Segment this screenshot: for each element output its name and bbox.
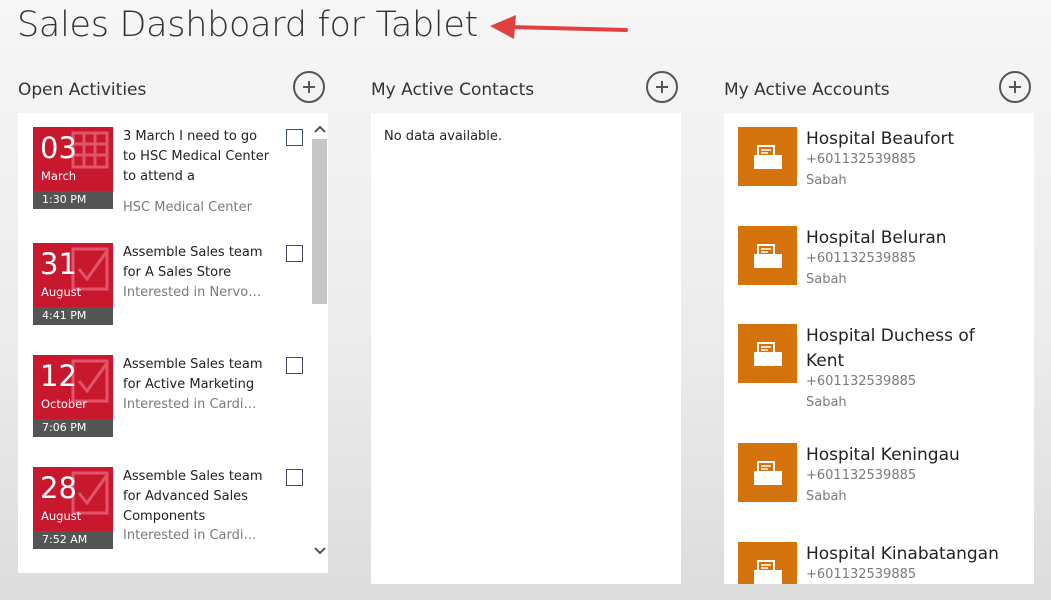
activity-month: August	[41, 285, 82, 299]
scroll-down-button[interactable]	[311, 543, 328, 559]
activity-day: 12	[40, 359, 77, 393]
activity-complete-checkbox[interactable]	[286, 357, 303, 374]
activity-subtitle: HSC Medical Center	[123, 200, 252, 215]
account-card-icon	[753, 341, 782, 366]
activity-title: Assemble Sales team for Advanced Sales C…	[123, 469, 263, 524]
account-phone: +601132539885	[806, 152, 917, 167]
plus-icon	[656, 81, 668, 93]
account-phone: +601132539885	[806, 468, 917, 483]
account-phone: +601132539885	[806, 374, 917, 389]
plus-icon	[303, 81, 315, 93]
add-activity-button[interactable]	[293, 71, 325, 103]
page-title: Sales Dashboard for Tablet	[17, 5, 478, 45]
account-tile	[738, 127, 797, 186]
chevron-down-icon	[313, 547, 326, 555]
account-phone: +601132539885	[806, 251, 917, 266]
activity-subtitle: Interested in Cardiology	[123, 528, 263, 543]
activities-scrollbar[interactable]	[311, 121, 328, 571]
empty-state-text: No data available.	[384, 129, 503, 144]
account-tile	[738, 324, 797, 383]
account-card-icon	[753, 559, 782, 584]
activity-complete-checkbox[interactable]	[286, 245, 303, 262]
account-state: Sabah	[806, 395, 847, 410]
activity-title: Assemble Sales team for A Sales Store	[123, 245, 263, 280]
activity-day: 31	[40, 247, 77, 281]
account-card-icon	[753, 460, 782, 485]
account-tile	[738, 226, 797, 285]
activity-subtitle: Interested in Nervous	[123, 285, 263, 300]
account-state: Sabah	[806, 173, 847, 188]
add-contact-button[interactable]	[646, 71, 678, 103]
activity-date-tile: 28 August 7:52 AM	[33, 467, 113, 549]
chevron-up-icon	[313, 125, 326, 133]
account-name: Hospital Keningau	[806, 445, 960, 465]
active-accounts-header: My Active Accounts	[724, 80, 890, 100]
account-name: Hospital Kinabatangan	[806, 544, 999, 564]
plus-icon	[1009, 81, 1021, 93]
red-arrow-icon	[490, 15, 628, 39]
add-account-button[interactable]	[999, 71, 1031, 103]
account-state: Sabah	[806, 489, 847, 504]
account-name: Hospital Beaufort	[806, 129, 955, 149]
activity-complete-checkbox[interactable]	[286, 469, 303, 486]
activity-date-tile: 31 August 4:41 PM	[33, 243, 113, 325]
account-name: Hospital Beluran	[806, 228, 947, 248]
activity-month: March	[41, 169, 77, 183]
activity-month: October	[41, 397, 88, 411]
activity-item[interactable]: 28 August 7:52 AM Assemble Sales team fo…	[33, 467, 313, 549]
active-accounts-panel: Hospital Beaufort +601132539885 Sabah Ho…	[724, 113, 1034, 584]
scroll-thumb[interactable]	[312, 139, 327, 304]
account-phone: +601132539885	[806, 567, 917, 582]
activity-date-tile: 03 March 1:30 PM	[33, 127, 113, 209]
active-contacts-panel: No data available.	[371, 113, 681, 584]
activity-day: 03	[40, 131, 77, 165]
activity-date-tile: 12 October 7:06 PM	[33, 355, 113, 437]
account-state: Sabah	[806, 272, 847, 287]
activity-time: 7:06 PM	[33, 419, 113, 437]
account-card-icon	[753, 144, 782, 169]
open-activities-panel: 03 March 1:30 PM 3 March I need to go to…	[18, 113, 328, 573]
activity-title: Assemble Sales team for Active Marketing	[123, 357, 263, 392]
activity-month: August	[41, 509, 82, 523]
activity-time: 7:52 AM	[33, 531, 113, 549]
active-contacts-header: My Active Contacts	[371, 80, 535, 100]
account-card-icon	[753, 243, 782, 268]
open-activities-header: Open Activities	[18, 80, 147, 100]
account-tile	[738, 542, 797, 584]
scroll-up-button[interactable]	[311, 121, 328, 137]
activity-item[interactable]: 12 October 7:06 PM Assemble Sales team f…	[33, 355, 313, 437]
activity-time: 1:30 PM	[33, 191, 113, 209]
activity-day: 28	[40, 471, 77, 505]
activity-complete-checkbox[interactable]	[286, 129, 303, 146]
activity-title: 3 March I need to go to HSC Medical Cent…	[123, 129, 270, 184]
activity-item[interactable]: 31 August 4:41 PM Assemble Sales team fo…	[33, 243, 313, 325]
account-tile	[738, 443, 797, 502]
activity-subtitle: Interested in Cardiology	[123, 397, 263, 412]
account-name: Hospital Duchess of Kent	[806, 326, 975, 371]
activity-item[interactable]: 03 March 1:30 PM 3 March I need to go to…	[33, 127, 313, 215]
activity-time: 4:41 PM	[33, 307, 113, 325]
